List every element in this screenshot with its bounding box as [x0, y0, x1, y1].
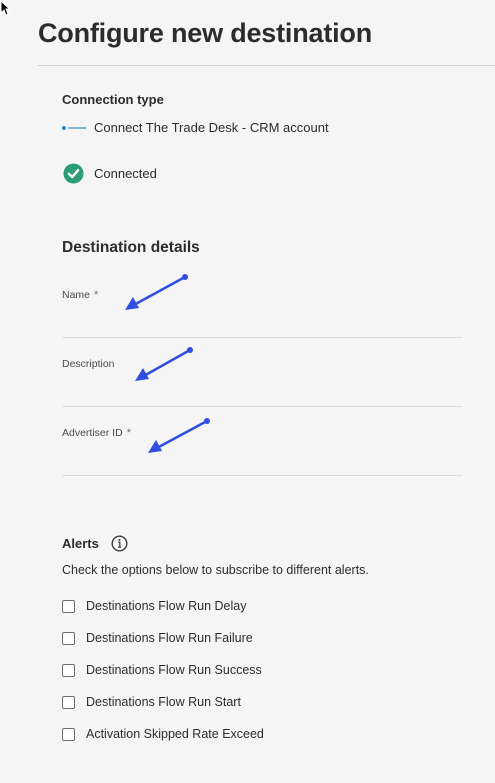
connection-status: Connected	[63, 163, 157, 184]
checkbox[interactable]	[62, 599, 75, 613]
alert-option-label: Activation Skipped Rate Exceed	[86, 727, 264, 741]
description-input[interactable]	[62, 382, 462, 407]
description-field: Description	[62, 358, 462, 407]
required-asterisk: *	[126, 427, 131, 439]
advertiser-id-field: Advertiser ID *	[62, 427, 462, 476]
name-label-text: Name	[62, 289, 91, 301]
destination-details-heading: Destination details	[62, 239, 200, 256]
page-title: Configure new destination	[38, 18, 373, 48]
info-icon[interactable]	[111, 535, 128, 552]
title-divider	[38, 65, 495, 66]
checkbox[interactable]	[62, 727, 75, 741]
required-asterisk: *	[94, 289, 99, 301]
mouse-pointer-icon	[0, 0, 10, 16]
description-field-label: Description	[62, 358, 462, 370]
advertiser-id-input[interactable]	[62, 451, 462, 476]
description-label-text: Description	[62, 358, 115, 370]
alerts-description: Check the options below to subscribe to …	[62, 563, 369, 577]
annotation-arrow-icon	[135, 347, 193, 381]
connection-account-name: Connect The Trade Desk - CRM account	[94, 120, 329, 135]
advertiser-id-label-text: Advertiser ID	[62, 427, 123, 439]
alerts-header: Alerts	[62, 535, 128, 552]
alert-option-label: Destinations Flow Run Start	[86, 695, 241, 709]
checkbox[interactable]	[62, 695, 75, 709]
checkmark-circle-icon	[63, 163, 84, 184]
trade-desk-logo-icon	[62, 125, 88, 131]
checkbox[interactable]	[62, 631, 75, 645]
alerts-heading: Alerts	[62, 536, 99, 551]
alert-option-flow-run-delay[interactable]: Destinations Flow Run Delay	[62, 599, 247, 613]
alert-option-label: Destinations Flow Run Success	[86, 663, 262, 677]
alert-option-flow-run-success[interactable]: Destinations Flow Run Success	[62, 663, 262, 677]
alert-option-label: Destinations Flow Run Failure	[86, 631, 253, 645]
connection-account: Connect The Trade Desk - CRM account	[62, 120, 329, 135]
annotation-arrow-icon	[148, 418, 210, 453]
alert-option-label: Destinations Flow Run Delay	[86, 599, 247, 613]
name-input[interactable]	[62, 313, 462, 338]
alert-option-flow-run-failure[interactable]: Destinations Flow Run Failure	[62, 631, 253, 645]
annotation-arrow-icon	[125, 274, 188, 310]
alert-option-activation-skipped-rate[interactable]: Activation Skipped Rate Exceed	[62, 727, 264, 741]
connection-status-text: Connected	[94, 166, 157, 181]
advertiser-id-field-label: Advertiser ID *	[62, 427, 462, 439]
alert-option-flow-run-start[interactable]: Destinations Flow Run Start	[62, 695, 241, 709]
connection-type-heading: Connection type	[62, 92, 164, 107]
checkbox[interactable]	[62, 663, 75, 677]
